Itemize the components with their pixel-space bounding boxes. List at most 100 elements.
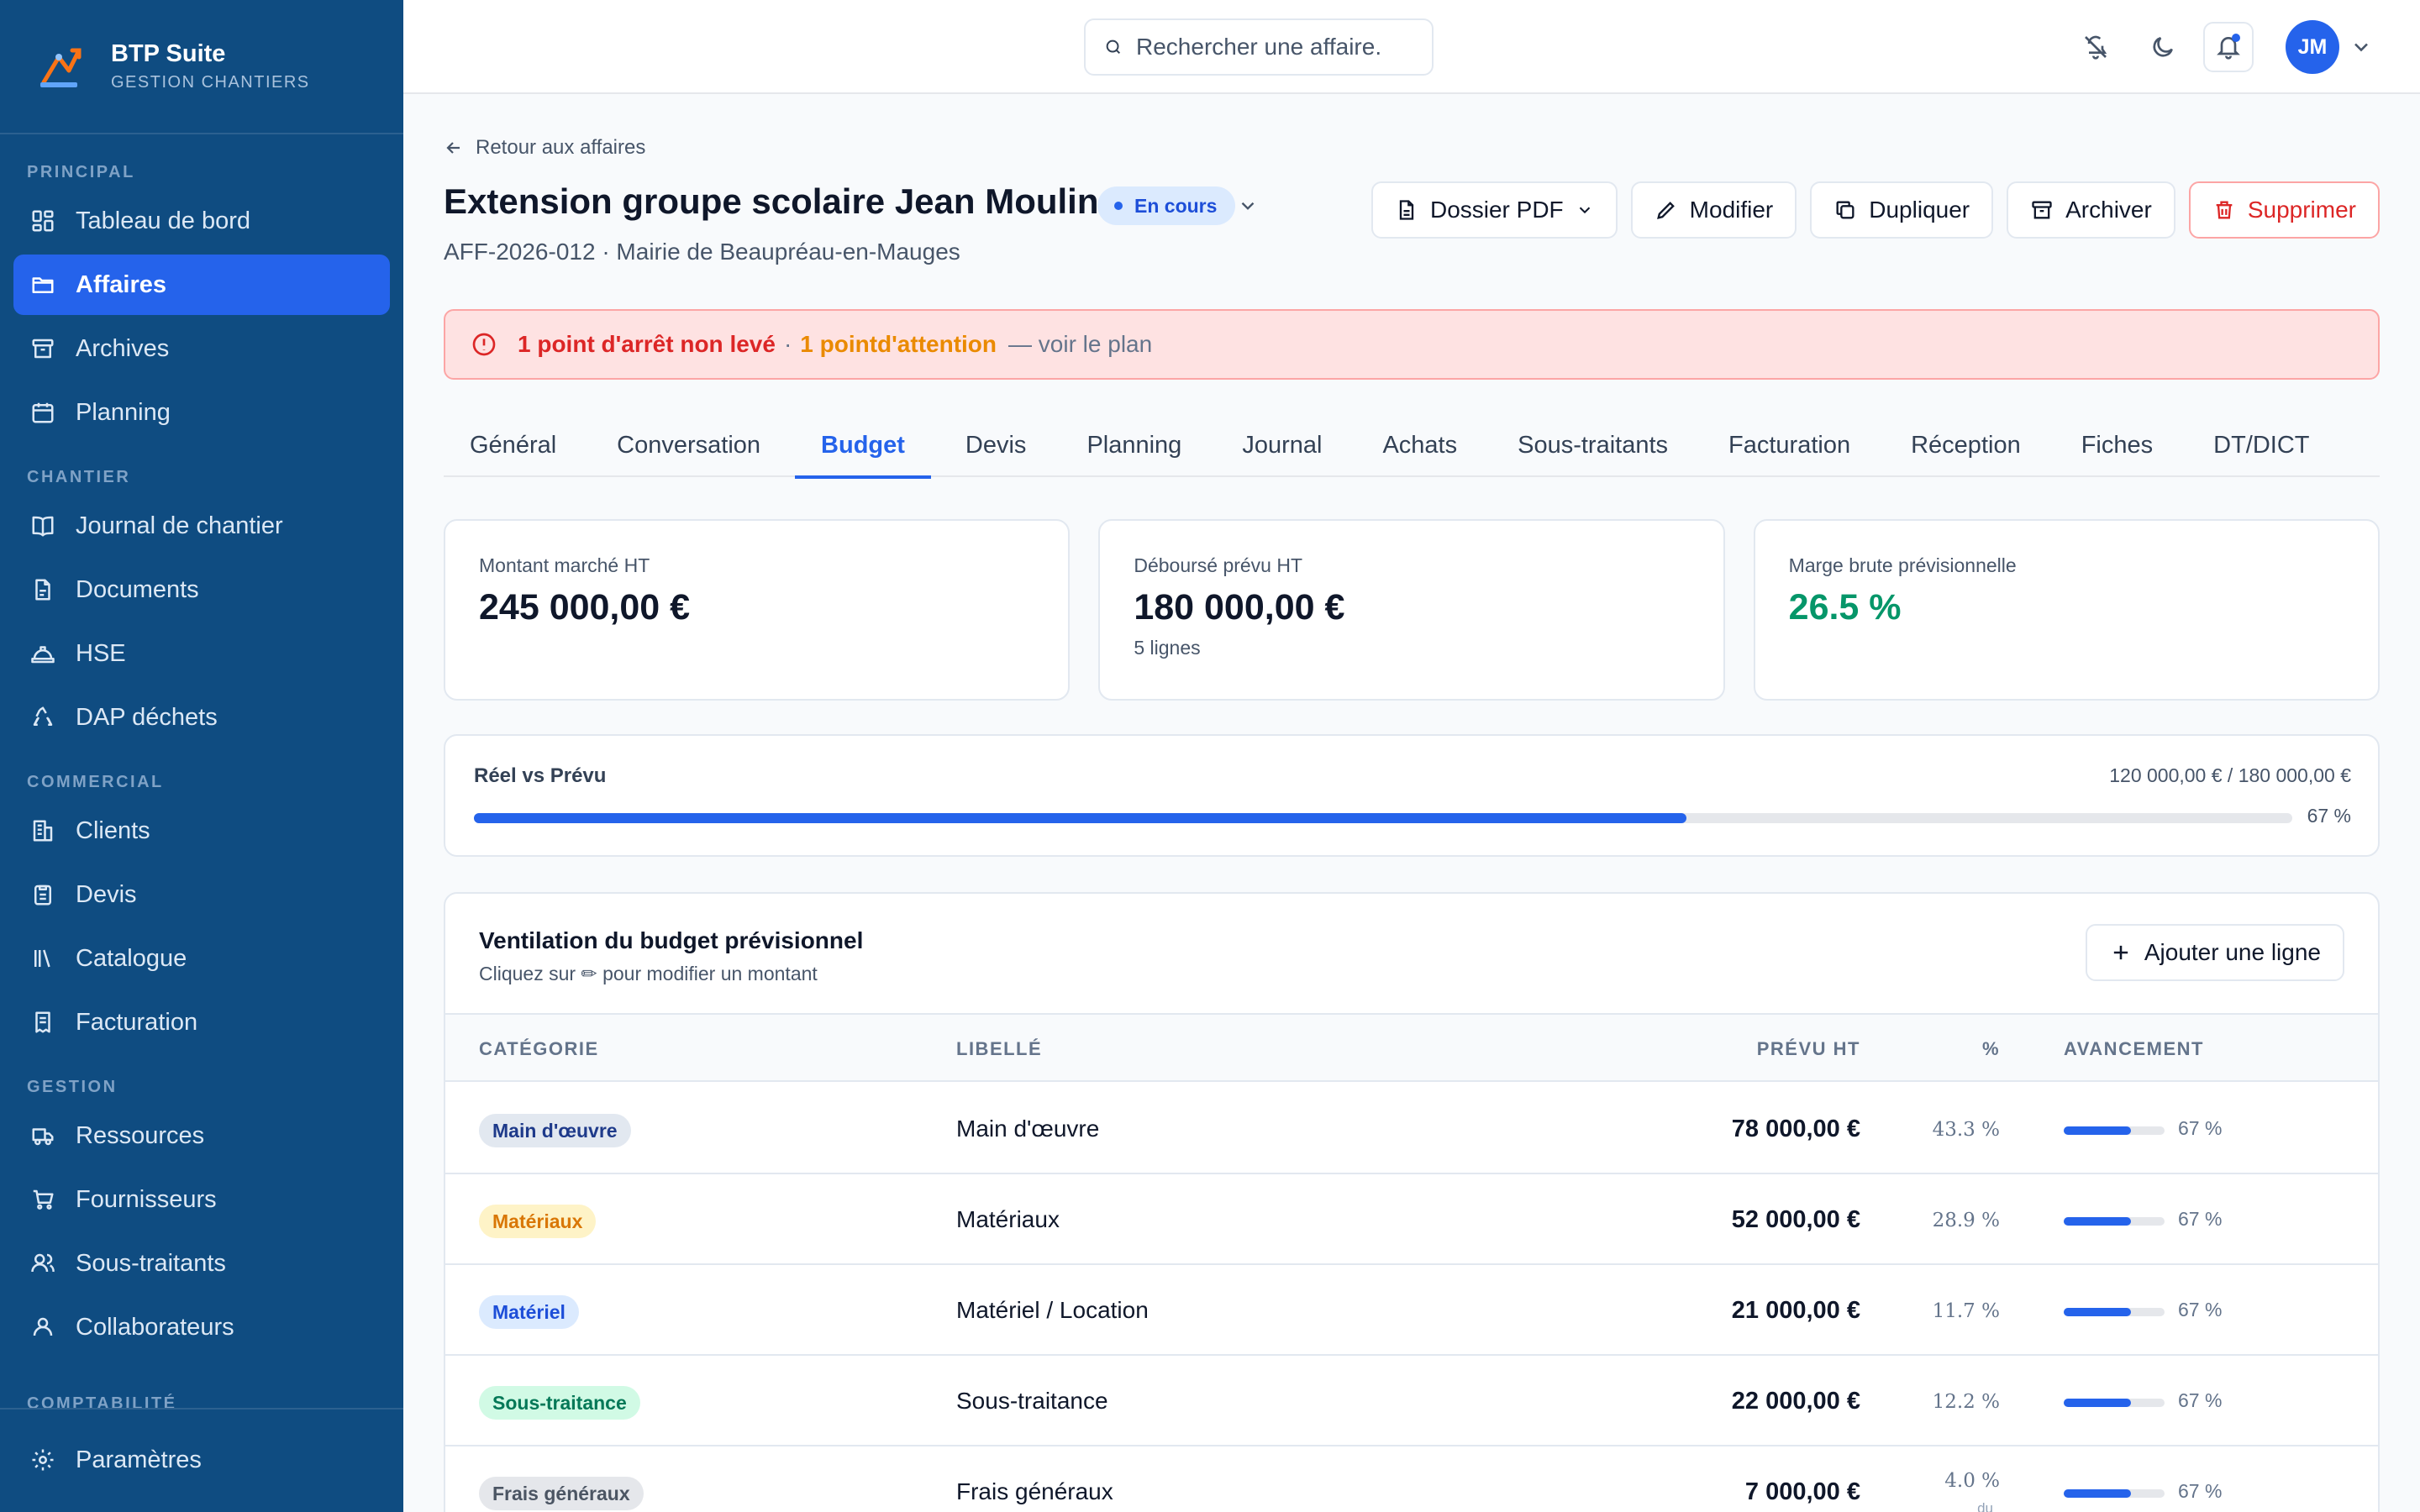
kpi-subtext: 5 lignes (1134, 637, 1201, 659)
archive-icon (2032, 201, 2052, 219)
archive-button[interactable]: Archiver (2007, 181, 2175, 239)
row-planned-amount[interactable]: 21 000,00 € (1732, 1297, 1860, 1325)
sidebar-item-label: Sous-traitants (76, 1249, 226, 1277)
row-progress-value: 67 % (2178, 1389, 2223, 1411)
row-progress-fill (2064, 1126, 2132, 1135)
header-category[interactable]: CATÉGORIE (479, 1038, 599, 1060)
pdf-label: Dossier PDF (1429, 197, 1564, 223)
sidebar-item-label: Devis (76, 880, 137, 908)
row-progress-fill (2064, 1489, 2132, 1498)
tab-conversation[interactable]: Conversation (591, 413, 786, 477)
tab-dt-dict[interactable]: DT/DICT (2187, 413, 2335, 477)
sidebar-item-facturation[interactable]: Facturation (13, 992, 390, 1053)
sidebar-item-ressources[interactable]: Ressources (13, 1105, 390, 1166)
row-planned-amount[interactable]: 52 000,00 € (1732, 1206, 1860, 1234)
kpi-label: Marge brute prévisionnelle (1788, 554, 2017, 576)
header-label[interactable]: LIBELLÉ (956, 1038, 1042, 1060)
page-subtitle: AFF-2026-012 · Mairie de Beaupréau-en-Ma… (444, 239, 960, 265)
theme-toggle-button[interactable] (2138, 22, 2188, 72)
sidebar-item-collaborateurs[interactable]: Collaborateurs (13, 1297, 390, 1357)
pencil-icon (1656, 202, 1675, 219)
tab-fiches[interactable]: Fiches (2055, 413, 2179, 477)
kpi-cards: Montant marché HT 245 000,00 € Déboursé … (444, 519, 2380, 701)
edit-button[interactable]: Modifier (1630, 181, 1797, 239)
archive-icon (32, 339, 54, 359)
trash-icon (2216, 201, 2233, 219)
sidebar-item-archives[interactable]: Archives (13, 318, 390, 379)
search-box[interactable] (1084, 18, 1434, 76)
main-content: Retour aux affaires Extension groupe sco… (444, 94, 2380, 1512)
tab-journal[interactable]: Journal (1216, 413, 1348, 477)
table-row[interactable]: Frais généraux Frais généraux 7 000,00 €… (445, 1446, 2378, 1512)
sidebar-item-affaires[interactable]: Affaires (13, 255, 390, 315)
kpi-value: 245 000,00 € (479, 587, 691, 627)
tab-sous-traitants[interactable]: Sous-traitants (1491, 413, 1694, 477)
table-row[interactable]: Main d'œuvre Main d'œuvre 78 000,00 € 43… (445, 1084, 2378, 1174)
tab-achats[interactable]: Achats (1356, 413, 1483, 477)
sidebar-item-documents[interactable]: Documents (13, 559, 390, 620)
brand[interactable]: BTP Suite GESTION CHANTIERS (0, 0, 403, 134)
header-planned[interactable]: PRÉVU HT (1757, 1038, 1860, 1060)
add-line-button[interactable]: Ajouter une ligne (2085, 924, 2344, 981)
sidebar-item-devis[interactable]: Devis (13, 864, 390, 925)
row-planned-amount[interactable]: 7 000,00 € (1745, 1478, 1860, 1506)
book-icon (32, 516, 54, 537)
sidebar-item-hse[interactable]: HSE (13, 623, 390, 684)
row-planned-amount[interactable]: 78 000,00 € (1732, 1116, 1860, 1143)
notifications-muted-button[interactable] (2070, 22, 2121, 72)
header-progress[interactable]: AVANCEMENT (2064, 1038, 2204, 1060)
sidebar-item-label: HSE (76, 639, 126, 667)
plus-icon (2113, 945, 2128, 960)
sidebar-item-catalogue[interactable]: Catalogue (13, 928, 390, 989)
tab-general[interactable]: Général (444, 413, 582, 477)
sidebar: BTP Suite GESTION CHANTIERS PRINCIPAL Tab… (0, 0, 403, 1512)
delete-button[interactable]: Supprimer (2188, 181, 2380, 239)
gear-icon (32, 1449, 54, 1471)
sidebar-item-clients[interactable]: Clients (13, 801, 390, 861)
status-badge[interactable]: En cours (1097, 186, 1236, 225)
avatar[interactable]: JM (2286, 20, 2339, 74)
users-icon (31, 1253, 55, 1273)
sidebar-item-dap-dechets[interactable]: DAP déchets (13, 687, 390, 748)
header-percent[interactable]: % (1982, 1038, 2000, 1060)
sidebar-item-tableau-de-bord[interactable]: Tableau de bord (13, 191, 390, 251)
search-input[interactable] (1136, 34, 1413, 60)
sidebar-item-label: Collaborateurs (76, 1313, 234, 1341)
page-title: Extension groupe scolaire Jean Moulin (444, 181, 1099, 221)
duplicate-button[interactable]: Dupliquer (1810, 181, 1994, 239)
tab-planning[interactable]: Planning (1060, 413, 1207, 477)
sidebar-item-sous-traitants[interactable]: Sous-traitants (13, 1233, 390, 1294)
row-planned-amount[interactable]: 22 000,00 € (1732, 1388, 1860, 1415)
status-chevron-down-icon[interactable] (1237, 195, 1259, 217)
alert-view-plan-link[interactable]: — voir le plan (1008, 331, 1152, 358)
kpi-value: 180 000,00 € (1134, 587, 1345, 627)
row-percent: 28.9 % (1932, 1210, 2000, 1231)
tab-facturation[interactable]: Facturation (1702, 413, 1876, 477)
sidebar-item-parametres[interactable]: Paramètres (13, 1430, 390, 1490)
pdf-dossier-button[interactable]: Dossier PDF (1370, 181, 1618, 239)
tab-devis[interactable]: Devis (939, 413, 1053, 477)
category-badge: Matériaux (479, 1205, 597, 1238)
notifications-button[interactable] (2203, 22, 2254, 72)
row-progress-bar (2064, 1217, 2165, 1226)
sidebar-item-journal-de-chantier[interactable]: Journal de chantier (13, 496, 390, 556)
alert-stop-points: 1 point d'arrêt non levé (518, 331, 776, 357)
alert-banner[interactable]: 1 point d'arrêt non levé · 1 pointd'atte… (444, 309, 2380, 380)
category-badge: Sous-traitance (479, 1386, 640, 1420)
table-row[interactable]: Matériel Matériel / Location 21 000,00 €… (445, 1265, 2378, 1356)
back-link[interactable]: Retour aux affaires (444, 136, 645, 160)
tab-reception[interactable]: Réception (1885, 413, 2047, 477)
sidebar-item-planning[interactable]: Planning (13, 382, 390, 443)
sidebar-item-fournisseurs[interactable]: Fournisseurs (13, 1169, 390, 1230)
table-row[interactable]: Sous-traitance Sous-traitance 22 000,00 … (445, 1356, 2378, 1446)
table-row[interactable]: Matériaux Matériaux 52 000,00 € 28.9 % 6… (445, 1174, 2378, 1265)
tab-budget[interactable]: Budget (795, 413, 931, 479)
kpi-card: Déboursé prévu HT 180 000,00 € 5 lignes (1098, 519, 1725, 701)
alert-separator: · (783, 331, 792, 357)
sidebar-footer: Paramètres (0, 1408, 403, 1512)
real-vs-planned-card: Réel vs Prévu 120 000,00 € / 180 000,00 … (444, 734, 2380, 857)
category-badge: Matériel (479, 1295, 579, 1329)
sidebar-section-title: GESTION (27, 1078, 118, 1096)
chevron-down-icon[interactable] (2349, 35, 2373, 59)
row-percent: 4.0 % (1944, 1470, 2000, 1492)
